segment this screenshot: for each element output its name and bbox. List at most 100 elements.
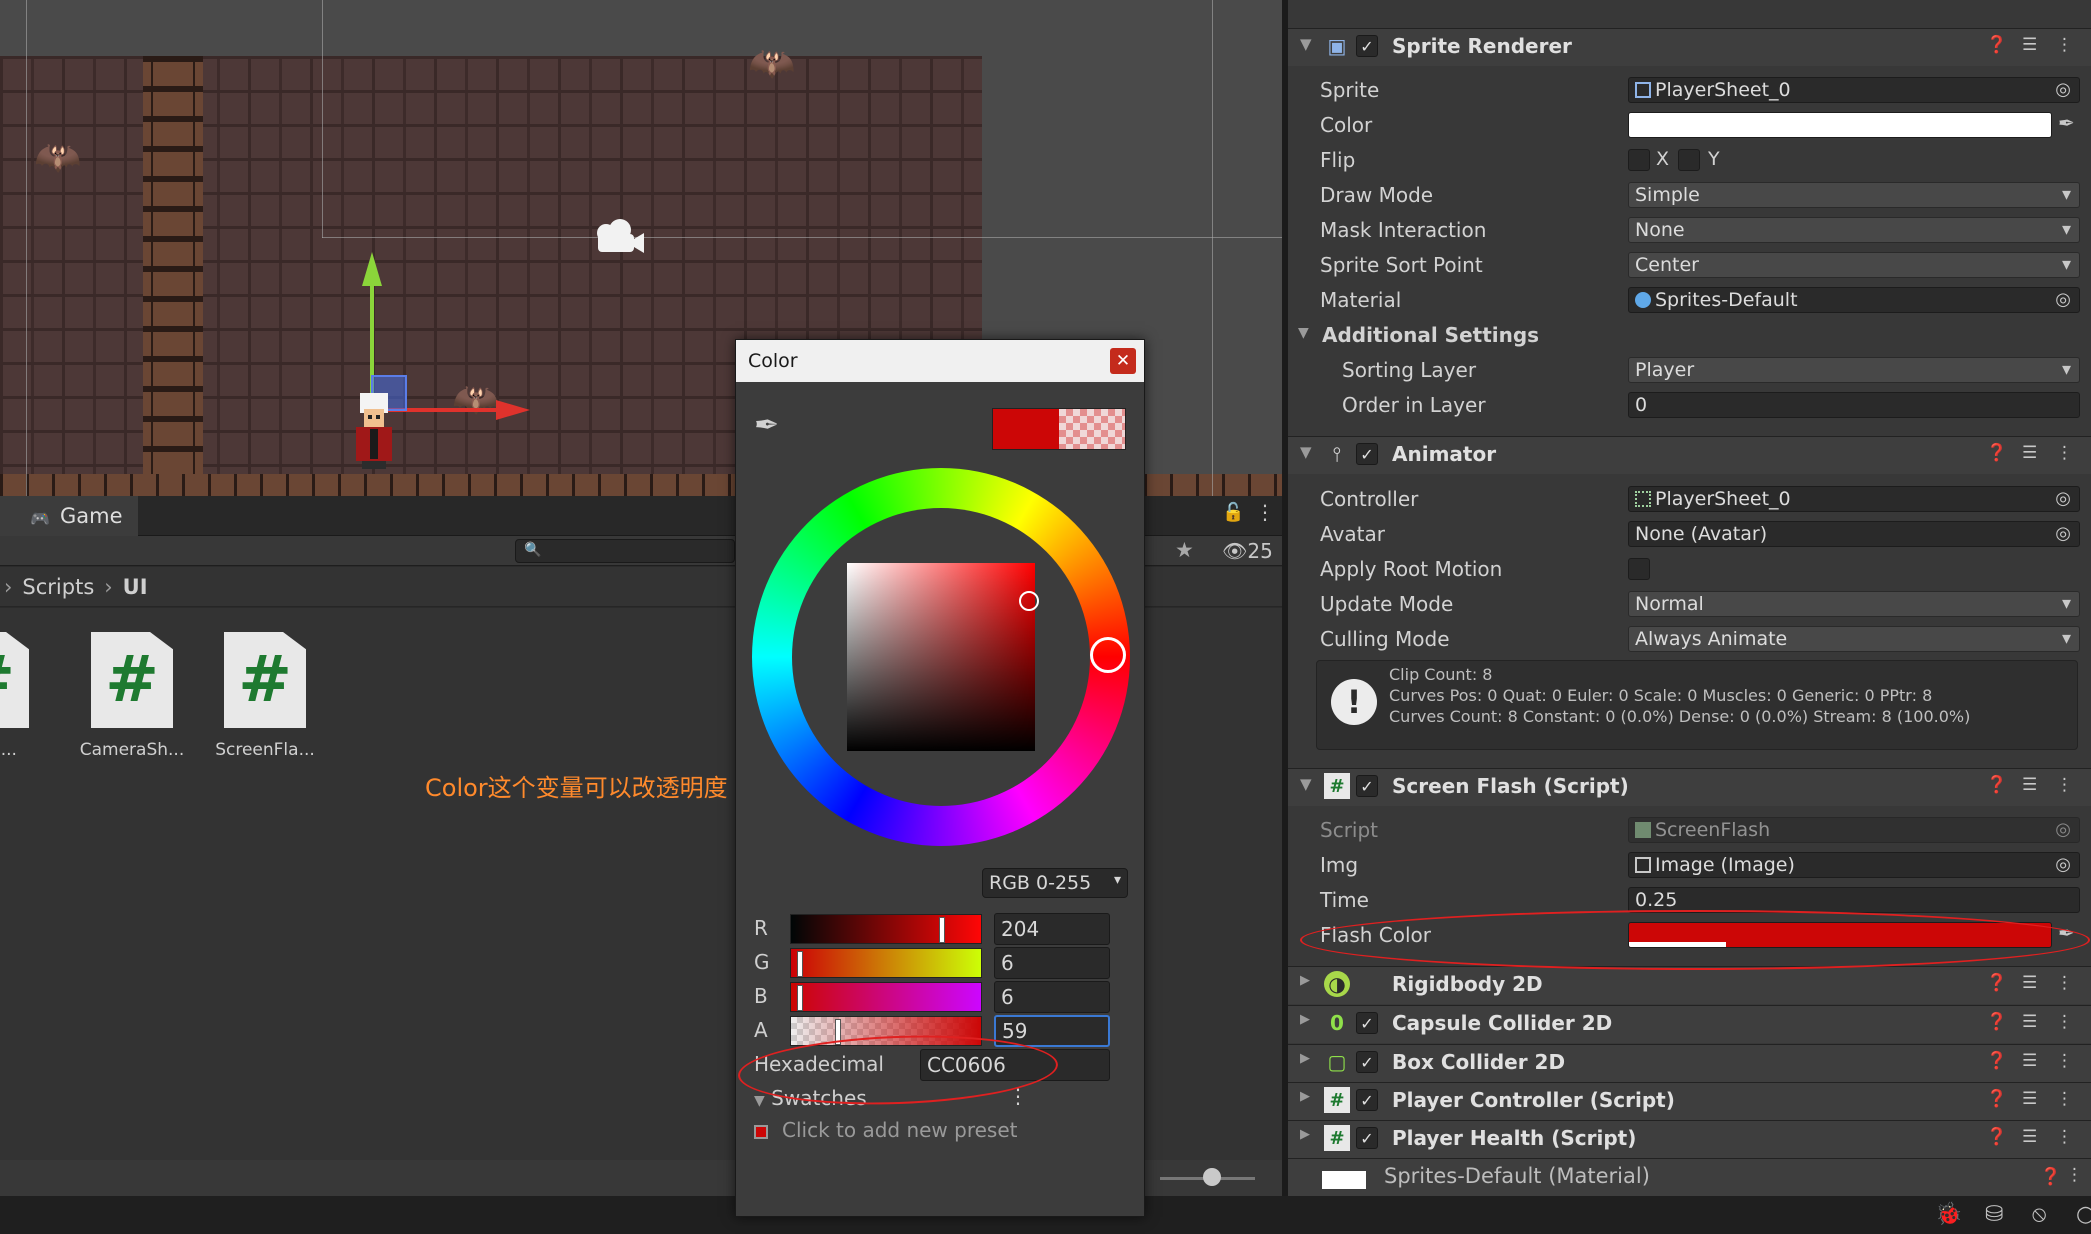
triangle-right-icon[interactable]: ▶ bbox=[1300, 1051, 1310, 1066]
sprite-field[interactable]: PlayerSheet_0 ◎ bbox=[1628, 77, 2080, 103]
visibility-count[interactable]: 👁25 bbox=[1222, 539, 1273, 563]
sort-point-dropdown[interactable]: Center ▾ bbox=[1628, 252, 2080, 278]
apply-root-motion-checkbox[interactable] bbox=[1628, 558, 1650, 580]
player-sprite[interactable] bbox=[350, 385, 398, 473]
debug-off-icon[interactable]: ⦸ bbox=[2032, 1202, 2046, 1227]
zoom-slider-thumb[interactable] bbox=[1203, 1168, 1221, 1186]
kebab-menu-icon[interactable]: ⋮ bbox=[2056, 1127, 2073, 1147]
preset-icon[interactable]: ☰ bbox=[2022, 1051, 2037, 1071]
material-preview-header[interactable]: Sprites-Default (Material) ❓ ⋮ bbox=[1288, 1158, 2091, 1196]
component-header-rigidbody-2d[interactable]: ▶ ◑ Rigidbody 2D ❓ ☰ ⋮ bbox=[1288, 966, 2091, 1004]
triangle-right-icon[interactable]: ▶ bbox=[1300, 1012, 1310, 1027]
material-field[interactable]: Sprites-Default ◎ bbox=[1628, 287, 2080, 313]
channel-slider-thumb[interactable] bbox=[797, 985, 804, 1011]
channel-value-g[interactable]: 6 bbox=[994, 947, 1110, 979]
object-picker-icon[interactable]: ◎ bbox=[2055, 488, 2071, 509]
culling-mode-dropdown[interactable]: Always Animate ▾ bbox=[1628, 626, 2080, 652]
help-icon[interactable]: ❓ bbox=[1986, 1089, 2007, 1109]
triangle-right-icon[interactable]: ▶ bbox=[1300, 973, 1310, 988]
project-search-input[interactable]: 🔍 bbox=[515, 539, 735, 563]
component-header-capsule-collider-2d[interactable]: ▶ 0 ✓ Capsule Collider 2D ❓ ☰ ⋮ bbox=[1288, 1005, 2091, 1043]
channel-slider-b[interactable] bbox=[790, 982, 982, 1012]
avatar-field[interactable]: None (Avatar) ◎ bbox=[1628, 521, 2080, 547]
preset-icon[interactable]: ☰ bbox=[2022, 1089, 2037, 1109]
favorite-star-icon[interactable]: ★ bbox=[1175, 538, 1194, 562]
preset-swatch[interactable] bbox=[754, 1124, 768, 1139]
help-icon[interactable]: ❓ bbox=[1986, 973, 2007, 993]
help-icon[interactable]: ❓ bbox=[1986, 35, 2007, 55]
enable-checkbox[interactable]: ✓ bbox=[1356, 775, 1378, 797]
triangle-down-icon[interactable]: ▼ bbox=[1300, 35, 1312, 53]
kebab-menu-icon[interactable]: ⋮ bbox=[2066, 1165, 2083, 1185]
help-icon[interactable]: ❓ bbox=[2040, 1167, 2061, 1187]
sorting-layer-dropdown[interactable]: Player ▾ bbox=[1628, 357, 2080, 383]
triangle-down-icon[interactable]: ▼ bbox=[1298, 325, 1309, 341]
status-icon[interactable]: ○ bbox=[2076, 1202, 2091, 1227]
triangle-down-icon[interactable]: ▼ bbox=[1300, 443, 1312, 461]
asset-script[interactable]: # raFol... bbox=[0, 632, 48, 760]
color-picker-titlebar[interactable]: Color ✕ bbox=[736, 340, 1144, 382]
color-mode-dropdown[interactable]: RGB 0-255 ▾ bbox=[982, 868, 1128, 898]
help-icon[interactable]: ❓ bbox=[1986, 1127, 2007, 1147]
preset-icon[interactable]: ☰ bbox=[2022, 775, 2037, 795]
bug-icon[interactable]: 🐞 bbox=[1935, 1202, 1962, 1227]
kebab-menu-icon[interactable]: ⋮ bbox=[2056, 443, 2073, 463]
draw-mode-dropdown[interactable]: Simple ▾ bbox=[1628, 182, 2080, 208]
update-mode-dropdown[interactable]: Normal ▾ bbox=[1628, 591, 2080, 617]
flip-x-checkbox[interactable] bbox=[1628, 149, 1650, 171]
enable-checkbox[interactable]: ✓ bbox=[1356, 1127, 1378, 1149]
img-field[interactable]: Image (Image) ◎ bbox=[1628, 852, 2080, 878]
kebab-menu-icon[interactable]: ⋮ bbox=[2056, 35, 2073, 55]
enable-checkbox[interactable]: ✓ bbox=[1356, 443, 1378, 465]
eyedropper-icon[interactable]: ✒ bbox=[2058, 111, 2075, 135]
lock-icon[interactable]: 🔓 bbox=[1222, 502, 1244, 523]
enable-checkbox[interactable]: ✓ bbox=[1356, 1012, 1378, 1034]
enable-checkbox[interactable]: ✓ bbox=[1356, 1051, 1378, 1073]
add-preset[interactable]: Click to add new preset bbox=[754, 1118, 1018, 1142]
eyedropper-icon[interactable]: ✒ bbox=[754, 408, 779, 443]
preset-icon[interactable]: ☰ bbox=[2022, 35, 2037, 55]
saturation-value-marker[interactable] bbox=[1019, 591, 1039, 611]
kebab-menu-icon[interactable]: ⋮ bbox=[2056, 1051, 2073, 1071]
preset-icon[interactable]: ☰ bbox=[2022, 973, 2037, 993]
database-icon[interactable]: ⛁ bbox=[1985, 1202, 2003, 1227]
component-header-box-collider-2d[interactable]: ▶ ▢ ✓ Box Collider 2D ❓ ☰ ⋮ bbox=[1288, 1044, 2091, 1082]
triangle-right-icon[interactable]: ▶ bbox=[1300, 1089, 1310, 1104]
help-icon[interactable]: ❓ bbox=[1986, 1051, 2007, 1071]
channel-value-r[interactable]: 204 bbox=[994, 913, 1110, 945]
flip-y-checkbox[interactable] bbox=[1678, 149, 1700, 171]
object-picker-icon[interactable]: ◎ bbox=[2055, 854, 2071, 875]
saturation-value-square[interactable] bbox=[847, 563, 1035, 751]
help-icon[interactable]: ❓ bbox=[1986, 443, 2007, 463]
asset-script[interactable]: # CameraSh... bbox=[72, 632, 192, 760]
breadcrumb-scripts[interactable]: Scripts bbox=[22, 575, 94, 599]
channel-slider-thumb[interactable] bbox=[797, 951, 804, 977]
object-picker-icon[interactable]: ◎ bbox=[2055, 79, 2071, 100]
kebab-menu-icon[interactable]: ⋮ bbox=[2056, 1089, 2073, 1109]
object-picker-icon[interactable]: ◎ bbox=[2055, 523, 2071, 544]
tab-game[interactable]: 🎮 Game bbox=[0, 496, 138, 536]
kebab-menu-icon[interactable]: ⋮ bbox=[2056, 1012, 2073, 1032]
channel-value-b[interactable]: 6 bbox=[994, 981, 1110, 1013]
object-picker-icon[interactable]: ◎ bbox=[2055, 289, 2071, 310]
component-header-player-health[interactable]: ▶ # ✓ Player Health (Script) ❓ ☰ ⋮ bbox=[1288, 1120, 2091, 1158]
triangle-right-icon[interactable]: ▶ bbox=[1300, 1127, 1310, 1142]
channel-slider-r[interactable] bbox=[790, 914, 982, 944]
preset-icon[interactable]: ☰ bbox=[2022, 1127, 2037, 1147]
mask-interaction-dropdown[interactable]: None ▾ bbox=[1628, 217, 2080, 243]
asset-script[interactable]: # ScreenFla... bbox=[205, 632, 325, 760]
preset-icon[interactable]: ☰ bbox=[2022, 443, 2037, 463]
kebab-menu-icon[interactable]: ⋮ bbox=[2056, 775, 2073, 795]
component-header-screen-flash[interactable]: ▼ # ✓ Screen Flash (Script) ❓ ☰ ⋮ bbox=[1288, 768, 2091, 806]
enable-checkbox[interactable]: ✓ bbox=[1356, 35, 1378, 57]
add-preset-row[interactable]: Click to add new preset bbox=[754, 1114, 1134, 1148]
order-in-layer-input[interactable]: 0 bbox=[1628, 392, 2080, 418]
preset-icon[interactable]: ☰ bbox=[2022, 1012, 2037, 1032]
help-icon[interactable]: ❓ bbox=[1986, 775, 2007, 795]
additional-settings-foldout[interactable]: ▼ Additional Settings bbox=[1288, 318, 2091, 352]
close-icon[interactable]: ✕ bbox=[1110, 348, 1136, 374]
breadcrumb-ui[interactable]: UI bbox=[123, 575, 148, 599]
bat-sprite[interactable]: 🦇 bbox=[748, 44, 795, 82]
controller-field[interactable]: PlayerSheet_0 ◎ bbox=[1628, 486, 2080, 512]
kebab-menu-icon[interactable]: ⋮ bbox=[2056, 973, 2073, 993]
